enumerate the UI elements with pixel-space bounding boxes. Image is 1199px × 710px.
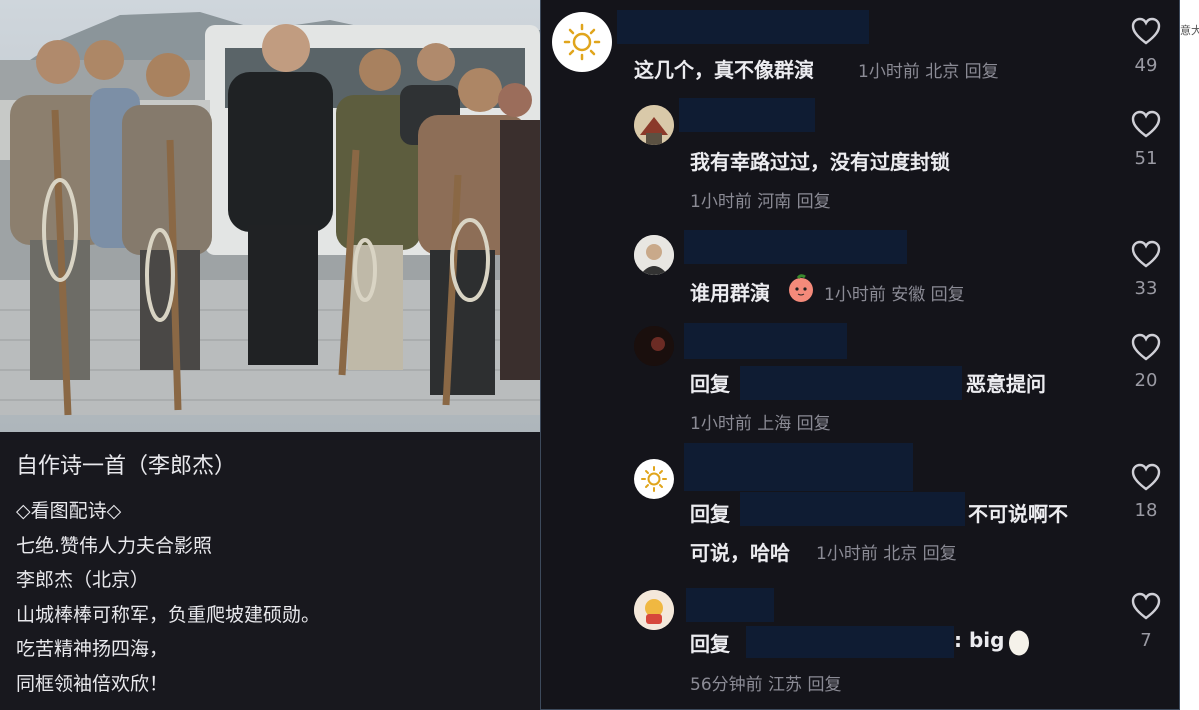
sun-icon: [641, 466, 667, 492]
poem-text: 自作诗一首（李郎杰） ◇看图配诗◇ 七绝.赞伟人力夫合影照 李郎杰（北京） 山城…: [16, 448, 320, 701]
avatar-image: [634, 105, 674, 145]
poem-line: 七绝.赞伟人力夫合影照: [16, 534, 213, 557]
avatar-image: [634, 326, 674, 366]
avatar[interactable]: [634, 105, 674, 145]
reply-link[interactable]: 回复: [965, 62, 999, 82]
poem-line: ◇看图配诗◇: [16, 500, 122, 522]
comment-meta: 1小时前 上海 回复: [690, 409, 831, 434]
reply-link[interactable]: 回复: [931, 285, 965, 305]
comment-meta: 1小时前 安徽 回复: [824, 280, 965, 305]
heart-icon[interactable]: [1131, 463, 1161, 491]
reply-link[interactable]: 回复: [923, 544, 957, 564]
like-count: 51: [1134, 148, 1158, 169]
redacted-username: [684, 230, 907, 264]
reply-link[interactable]: 回复: [797, 192, 831, 212]
comment-text: 这几个，真不像群演: [634, 58, 814, 82]
comment-time: 1小时前: [858, 62, 920, 82]
redacted-username: [679, 98, 815, 132]
redacted-username: [684, 323, 847, 359]
like-count: 20: [1134, 370, 1158, 391]
comment-meta: 1小时前 北京 回复: [816, 539, 957, 564]
comment-meta: 56分钟前 江苏 回复: [690, 670, 841, 695]
comment-text: 恶意提问: [966, 372, 1046, 396]
comment-meta: 1小时前 北京 回复: [858, 57, 999, 82]
avatar[interactable]: [634, 459, 674, 499]
post-panel: 自作诗一首（李郎杰） ◇看图配诗◇ 七绝.赞伟人力夫合影照 李郎杰（北京） 山城…: [0, 0, 540, 710]
peach-emoji-icon: [786, 273, 816, 303]
avatar-image: [634, 590, 674, 630]
comment-location: 江苏: [768, 675, 803, 695]
poem-line: 同框领袖倍欢欣！: [16, 672, 169, 695]
reply-link[interactable]: 回复: [797, 414, 831, 434]
poem-line: 李郎杰（北京）: [16, 569, 150, 591]
edge-text: 意大: [1180, 24, 1199, 37]
like-count: 7: [1140, 630, 1152, 651]
redacted-username: [686, 588, 774, 622]
comment-meta: 1小时前 河南 回复: [690, 187, 831, 212]
reply-link[interactable]: 回复: [807, 675, 841, 695]
egg-emoji-icon: [1007, 627, 1031, 657]
comment-text: 我有幸路过过，没有过度封锁: [690, 150, 950, 174]
comment-text: : big: [954, 628, 1005, 652]
group-photo-illustration: [0, 0, 540, 432]
comment-location: 上海: [757, 414, 792, 434]
adjacent-screenshot-edge: 意大: [1180, 0, 1199, 710]
comment-location: 安徽: [891, 285, 926, 305]
avatar[interactable]: [552, 12, 612, 72]
redacted-mention: [746, 626, 954, 658]
redacted-username: [617, 10, 869, 44]
like-count: 49: [1134, 55, 1158, 76]
redacted-mention: [740, 366, 962, 400]
comment-text: 谁用群演: [690, 281, 770, 305]
sun-icon: [563, 23, 601, 61]
avatar[interactable]: [634, 590, 674, 630]
reply-prefix: 回复: [690, 372, 730, 396]
avatar[interactable]: [634, 326, 674, 366]
reply-prefix: 回复: [690, 632, 730, 656]
poem-line: 吃苦精神扬四海，: [16, 638, 169, 660]
post-photo[interactable]: [0, 0, 540, 432]
poem-line: 山城棒棒可称军，负重爬坡建硕勋。: [16, 603, 321, 626]
avatar-image: [634, 235, 674, 275]
reply-prefix: 回复: [690, 502, 730, 526]
comment-time: 1小时前: [824, 285, 886, 305]
like-count: 33: [1134, 278, 1158, 299]
comment-time: 56分钟前: [690, 675, 763, 695]
comment-time: 1小时前: [690, 414, 752, 434]
heart-icon[interactable]: [1131, 333, 1161, 361]
heart-icon[interactable]: [1131, 592, 1161, 620]
comment-time: 1小时前: [816, 544, 878, 564]
comment-text-continued: 可说，哈哈: [690, 541, 790, 565]
comment-location: 北京: [883, 544, 918, 564]
comment-text: 不可说啊不: [968, 502, 1068, 526]
comment-location: 河南: [757, 192, 792, 212]
heart-icon[interactable]: [1131, 17, 1161, 45]
redacted-mention: [740, 492, 965, 526]
avatar[interactable]: [634, 235, 674, 275]
poem-title: 自作诗一首（李郎杰）: [16, 454, 237, 479]
comment-location: 北京: [925, 62, 960, 82]
comment-time: 1小时前: [690, 192, 752, 212]
redacted-username: [684, 443, 913, 491]
heart-icon[interactable]: [1131, 240, 1161, 268]
heart-icon[interactable]: [1131, 110, 1161, 138]
like-count: 18: [1134, 500, 1158, 521]
